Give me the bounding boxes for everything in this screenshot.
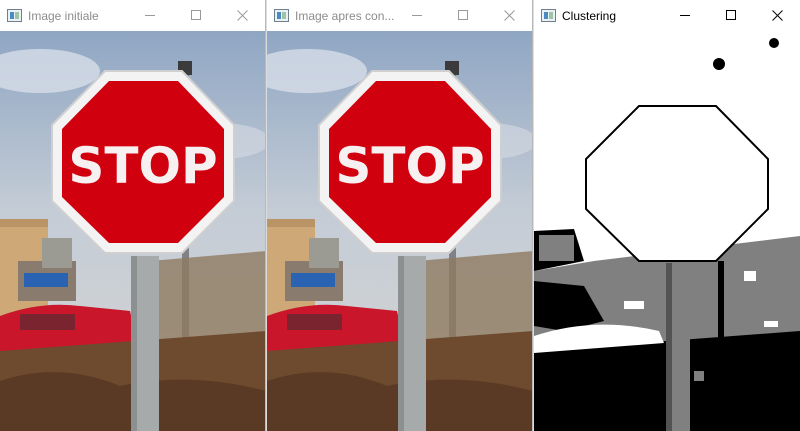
close-icon bbox=[503, 10, 515, 21]
close-button[interactable] bbox=[754, 0, 800, 31]
image-canvas[interactable]: STOP bbox=[267, 31, 532, 431]
minimize-button[interactable] bbox=[662, 0, 708, 31]
clustering-result-image bbox=[534, 31, 800, 431]
clustering-window: Clustering bbox=[534, 0, 800, 431]
close-button[interactable] bbox=[219, 0, 265, 31]
maximize-icon bbox=[457, 10, 468, 20]
original-stop-sign-photo: STOP bbox=[0, 31, 265, 431]
minimize-icon bbox=[144, 15, 155, 16]
image-apres-window: Image apres con... STOP bbox=[267, 0, 533, 431]
image-initiale-window: Image initiale STOP bbox=[0, 0, 266, 431]
image-canvas[interactable]: STOP bbox=[0, 31, 265, 431]
maximize-button[interactable] bbox=[173, 0, 219, 31]
close-button[interactable] bbox=[486, 0, 532, 31]
close-icon bbox=[771, 10, 783, 21]
converted-stop-sign-photo: STOP bbox=[267, 31, 532, 431]
app-icon bbox=[541, 9, 556, 22]
title-bar[interactable]: Image apres con... bbox=[267, 0, 532, 31]
minimize-icon bbox=[411, 15, 422, 16]
app-icon bbox=[274, 9, 289, 22]
window-title: Image apres con... bbox=[295, 8, 395, 23]
image-canvas[interactable] bbox=[534, 31, 800, 431]
title-bar[interactable]: Clustering bbox=[534, 0, 800, 31]
stop-sign-text: STOP bbox=[335, 137, 484, 195]
maximize-icon bbox=[725, 10, 736, 20]
minimize-button[interactable] bbox=[394, 0, 440, 31]
minimize-icon bbox=[679, 15, 690, 16]
app-icon bbox=[7, 9, 22, 22]
window-title: Image initiale bbox=[28, 8, 99, 23]
window-title: Clustering bbox=[562, 8, 617, 23]
title-bar[interactable]: Image initiale bbox=[0, 0, 265, 31]
close-icon bbox=[236, 10, 248, 21]
maximize-button[interactable] bbox=[440, 0, 486, 31]
maximize-button[interactable] bbox=[708, 0, 754, 31]
minimize-button[interactable] bbox=[127, 0, 173, 31]
stop-sign-text: STOP bbox=[68, 137, 217, 195]
maximize-icon bbox=[190, 10, 201, 20]
